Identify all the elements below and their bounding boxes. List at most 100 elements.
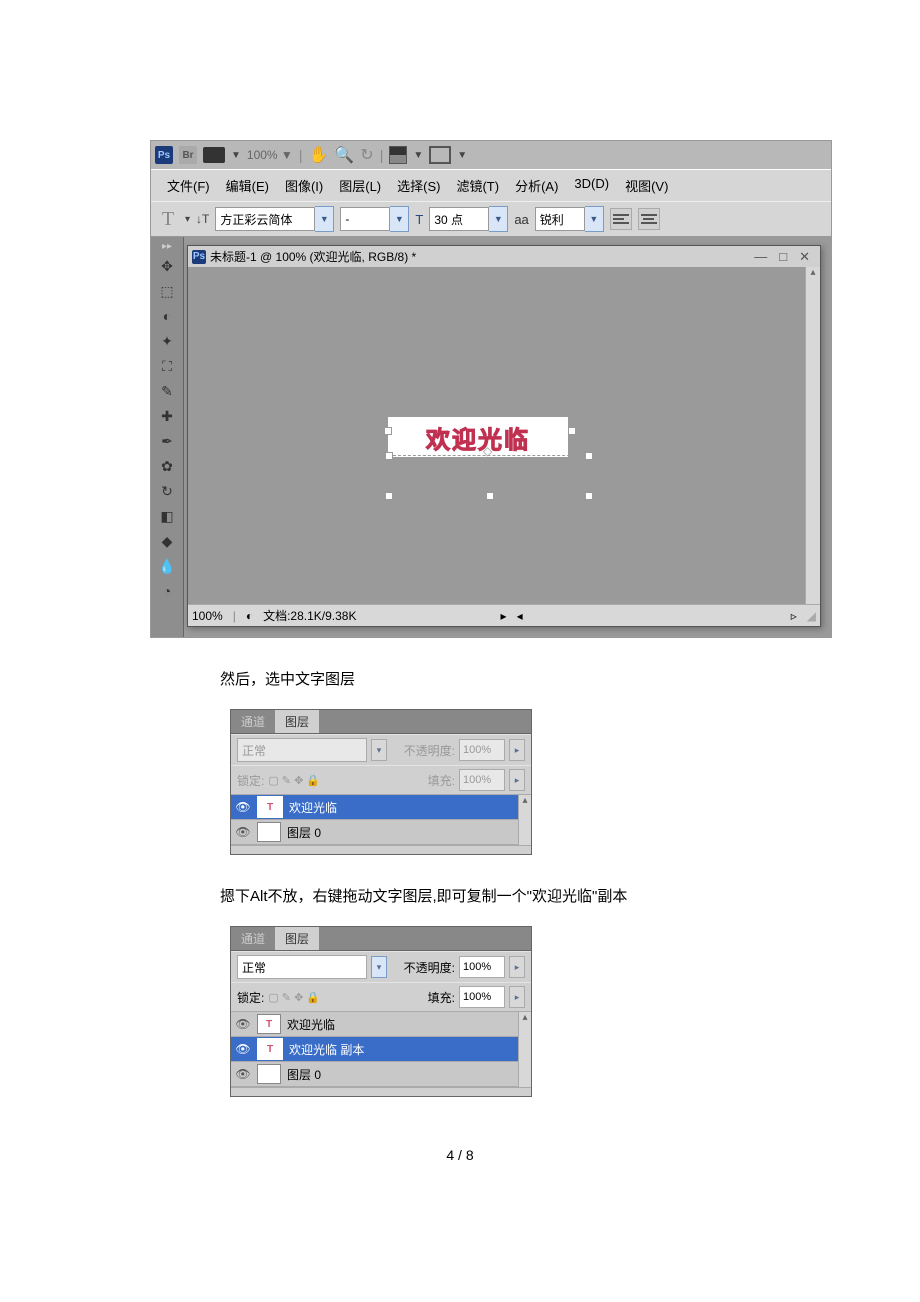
bridge-icon[interactable]: Br	[179, 146, 197, 164]
menu-analysis[interactable]: 分析(A)	[507, 174, 566, 197]
chevron-down-icon[interactable]: ▼	[390, 206, 409, 232]
crop-tool-icon[interactable]: ⛶	[156, 355, 178, 377]
canvas[interactable]: ▴ 欢迎光临 ◇	[188, 267, 820, 604]
wand-tool-icon[interactable]: ✦	[156, 330, 178, 352]
fill-arrow-icon[interactable]: ▸	[509, 986, 525, 1008]
zoom-icon[interactable]: 🔍	[334, 145, 354, 165]
menu-layer[interactable]: 图层(L)	[331, 174, 389, 197]
layer-name[interactable]: 欢迎光临	[289, 799, 337, 816]
font-style-input[interactable]	[340, 207, 390, 231]
opacity-value[interactable]: 100%	[459, 956, 505, 978]
menu-edit[interactable]: 编辑(E)	[218, 174, 277, 197]
rotate-view-icon[interactable]: ↻	[360, 145, 373, 165]
scroll-up-icon[interactable]: ▴	[519, 795, 531, 809]
pan-icon[interactable]: ✋	[308, 145, 328, 165]
dodge-tool-icon[interactable]: ◔	[156, 580, 178, 602]
align-left-button[interactable]	[610, 208, 632, 230]
eyedropper-tool-icon[interactable]: ✎	[156, 380, 178, 402]
text-orientation-icon[interactable]: ↓T	[196, 212, 209, 226]
menu-select[interactable]: 选择(S)	[389, 174, 448, 197]
layer-row[interactable]: 👁 图层 0	[231, 1062, 518, 1087]
antialias-select[interactable]: ▼	[535, 206, 604, 232]
text-layer-bounds[interactable]: 欢迎光临 ◇	[388, 417, 598, 487]
fill-value[interactable]: 100%	[459, 986, 505, 1008]
tool-preset-dropdown[interactable]: ▾	[185, 214, 190, 225]
bucket-tool-icon[interactable]: ◆	[156, 530, 178, 552]
brush-tool-icon[interactable]: ✒	[156, 430, 178, 452]
blur-tool-icon[interactable]: 💧	[156, 555, 178, 577]
chevron-down-icon[interactable]: ▼	[413, 150, 423, 161]
eraser-tool-icon[interactable]: ◧	[156, 505, 178, 527]
antialias-input[interactable]	[535, 207, 585, 231]
tab-channels[interactable]: 通道	[231, 710, 275, 733]
layer-thumbnail[interactable]: T	[257, 796, 283, 818]
type-tool-icon[interactable]: T	[157, 208, 179, 231]
screen-mode-icon[interactable]	[203, 147, 225, 163]
layer-thumbnail[interactable]: T	[257, 1014, 281, 1034]
marquee-tool-icon[interactable]: ⬚	[156, 280, 178, 302]
font-family-select[interactable]: ▼	[215, 206, 334, 232]
layer-thumbnail[interactable]	[257, 822, 281, 842]
layer-row[interactable]: 👁 T 欢迎光临	[231, 1012, 518, 1037]
layer-row[interactable]: 👁 T 欢迎光临	[231, 795, 518, 820]
tab-layers[interactable]: 图层	[275, 927, 319, 950]
panel-menu-icon[interactable]: ▾≡	[508, 710, 531, 733]
opacity-arrow-icon[interactable]: ▸	[509, 956, 525, 978]
font-size-input[interactable]	[429, 207, 489, 231]
history-brush-icon[interactable]: ↻	[156, 480, 178, 502]
scroll-up-icon[interactable]: ▴	[519, 1012, 531, 1026]
visibility-icon[interactable]: 👁	[235, 1017, 251, 1031]
menu-3d[interactable]: 3D(D)	[566, 174, 617, 197]
layer-row[interactable]: 👁 图层 0	[231, 820, 518, 845]
menu-image[interactable]: 图像(I)	[277, 174, 331, 197]
scrollbar-vertical[interactable]: ▴	[805, 267, 820, 604]
chevron-down-icon[interactable]: ▼	[489, 206, 508, 232]
scroll-right-icon[interactable]: ◂	[517, 609, 523, 623]
tab-channels[interactable]: 通道	[231, 927, 275, 950]
scrollbar-vertical[interactable]: ▴	[518, 795, 531, 845]
menu-filter[interactable]: 滤镜(T)	[448, 174, 507, 197]
font-style-select[interactable]: ▼	[340, 206, 409, 232]
chevron-down-icon[interactable]: ▼	[315, 206, 334, 232]
scroll-end-icon[interactable]: ▹	[791, 609, 797, 623]
layer-name[interactable]: 欢迎光临 副本	[289, 1041, 364, 1058]
chevron-down-icon[interactable]: ▾	[371, 956, 387, 978]
chevron-down-icon[interactable]: ▼	[585, 206, 604, 232]
layer-name[interactable]: 图层 0	[287, 1066, 321, 1083]
panel-menu-icon[interactable]: ▾≡	[508, 927, 531, 950]
resize-grip-icon[interactable]: ◢	[807, 609, 816, 623]
close-icon[interactable]: ✕	[793, 249, 816, 265]
chevron-down-icon[interactable]: ▼	[457, 150, 467, 161]
visibility-icon[interactable]: 👁	[235, 800, 251, 814]
visibility-icon[interactable]: 👁	[235, 1042, 251, 1056]
status-info-icon[interactable]: ◐	[246, 609, 253, 623]
minimize-icon[interactable]: —	[748, 249, 773, 264]
zoom-level[interactable]: 100% ▼	[247, 148, 293, 162]
layer-thumbnail[interactable]: T	[257, 1038, 283, 1060]
layer-name[interactable]: 欢迎光临	[287, 1016, 335, 1033]
scroll-up-icon[interactable]: ▴	[806, 267, 820, 281]
scroll-left-icon[interactable]: ▸	[501, 609, 507, 623]
font-family-input[interactable]	[215, 207, 315, 231]
status-zoom[interactable]: 100%	[192, 609, 223, 623]
stamp-tool-icon[interactable]: ✿	[156, 455, 178, 477]
healing-tool-icon[interactable]: ✚	[156, 405, 178, 427]
lasso-tool-icon[interactable]: ◐	[156, 305, 178, 327]
layer-name[interactable]: 图层 0	[287, 824, 321, 841]
visibility-icon[interactable]: 👁	[235, 825, 251, 839]
tab-layers[interactable]: 图层	[275, 710, 319, 733]
font-size-select[interactable]: ▼	[429, 206, 508, 232]
layer-row[interactable]: 👁 T 欢迎光临 副本	[231, 1037, 518, 1062]
layer-thumbnail[interactable]	[257, 1064, 281, 1084]
scrollbar-vertical[interactable]: ▴	[518, 1012, 531, 1087]
arrange-docs-icon[interactable]	[389, 146, 407, 164]
menu-view[interactable]: 视图(V)	[617, 174, 676, 197]
blend-mode-select[interactable]: 正常	[237, 955, 367, 979]
menu-file[interactable]: 文件(F)	[159, 174, 218, 197]
maximize-icon[interactable]: □	[773, 249, 793, 264]
chevron-down-icon[interactable]: ▼	[231, 150, 241, 161]
align-center-button[interactable]	[638, 208, 660, 230]
visibility-icon[interactable]: 👁	[235, 1067, 251, 1081]
lock-icons[interactable]: ▢ ✎ ✥ 🔒	[268, 991, 320, 1004]
screen-frame-icon[interactable]	[429, 146, 451, 164]
